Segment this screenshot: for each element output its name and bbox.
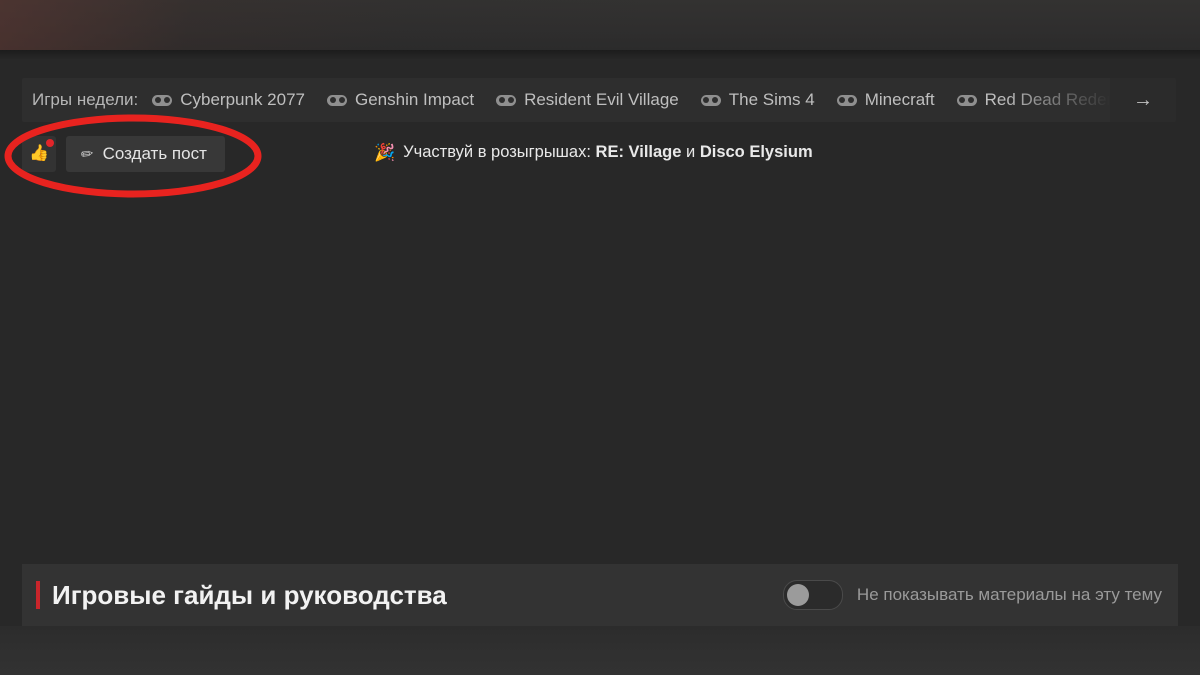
game-chip-red-dead-redemption[interactable]: Red Dead Redemption (956, 90, 1110, 110)
giveaway-conjunction: и (681, 143, 700, 161)
game-chip-resident-evil-village[interactable]: Resident Evil Village (496, 90, 679, 110)
action-row: 👍 ✏ Создать пост (22, 136, 225, 172)
game-name: Minecraft (864, 90, 935, 109)
gamepad-icon (956, 94, 977, 106)
create-post-label: Создать пост (102, 144, 207, 163)
games-scroll-area[interactable]: Игры недели: Cyberpunk 2077 Genshin Impa… (22, 78, 1110, 122)
toggle-knob (786, 584, 809, 606)
games-of-the-week-bar: Игры недели: Cyberpunk 2077 Genshin Impa… (22, 78, 1176, 122)
games-bar-label: Игры недели: (32, 90, 139, 109)
giveaway-game-1: RE: Village (595, 143, 682, 161)
game-name: Red Dead Redemption (984, 90, 1110, 109)
game-chip-genshin-impact[interactable]: Genshin Impact (327, 90, 474, 110)
game-chip-the-sims-4[interactable]: The Sims 4 (700, 90, 815, 110)
hide-topic-label: Не показывать материалы на эту тему (856, 585, 1162, 604)
gamepad-icon (152, 94, 173, 106)
section-header-guides: Игровые гайды и руководства Не показыват… (22, 564, 1178, 626)
giveaway-text: Участвуй в розыгрышах: RE: Village и Dis… (403, 143, 812, 162)
section-accent-bar (36, 581, 40, 609)
giveaway-prefix: Участвуй в розыгрышах: (403, 143, 596, 161)
gamepad-icon (700, 94, 721, 106)
top-band-shadow (0, 50, 1200, 60)
pencil-icon: ✏ (79, 144, 95, 164)
top-decorative-band (0, 0, 1200, 50)
notification-dot-badge (46, 139, 54, 147)
hide-topic-toggle[interactable] (782, 580, 843, 610)
game-name: The Sims 4 (728, 90, 815, 109)
party-popper-icon: 🎉 (374, 143, 396, 162)
giveaway-game-2: Disco Elysium (699, 143, 813, 161)
gamepad-icon (496, 94, 517, 106)
games-next-arrow-button[interactable]: → (1110, 78, 1176, 122)
section-title: Игровые гайды и руководства (52, 579, 447, 610)
create-post-button[interactable]: ✏ Создать пост (66, 136, 225, 172)
bottom-fade-strip (0, 626, 1200, 675)
section-header-right: Не показывать материалы на эту тему (782, 580, 1178, 610)
like-button[interactable]: 👍 (22, 136, 56, 172)
game-name: Resident Evil Village (524, 90, 679, 109)
game-chip-minecraft[interactable]: Minecraft (836, 90, 935, 110)
game-name: Cyberpunk 2077 (180, 90, 305, 109)
gamepad-icon (327, 94, 347, 106)
arrow-right-icon: → (1133, 88, 1153, 111)
game-chip-cyberpunk-2077[interactable]: Cyberpunk 2077 (152, 90, 305, 110)
game-name: Genshin Impact (355, 90, 475, 109)
gamepad-icon (836, 94, 857, 106)
giveaway-announcement[interactable]: 🎉 Участвуй в розыгрышах: RE: Village и D… (374, 143, 813, 162)
page-root: Игры недели: Cyberpunk 2077 Genshin Impa… (0, 0, 1200, 675)
thumbs-up-icon: 👍 (29, 145, 49, 162)
